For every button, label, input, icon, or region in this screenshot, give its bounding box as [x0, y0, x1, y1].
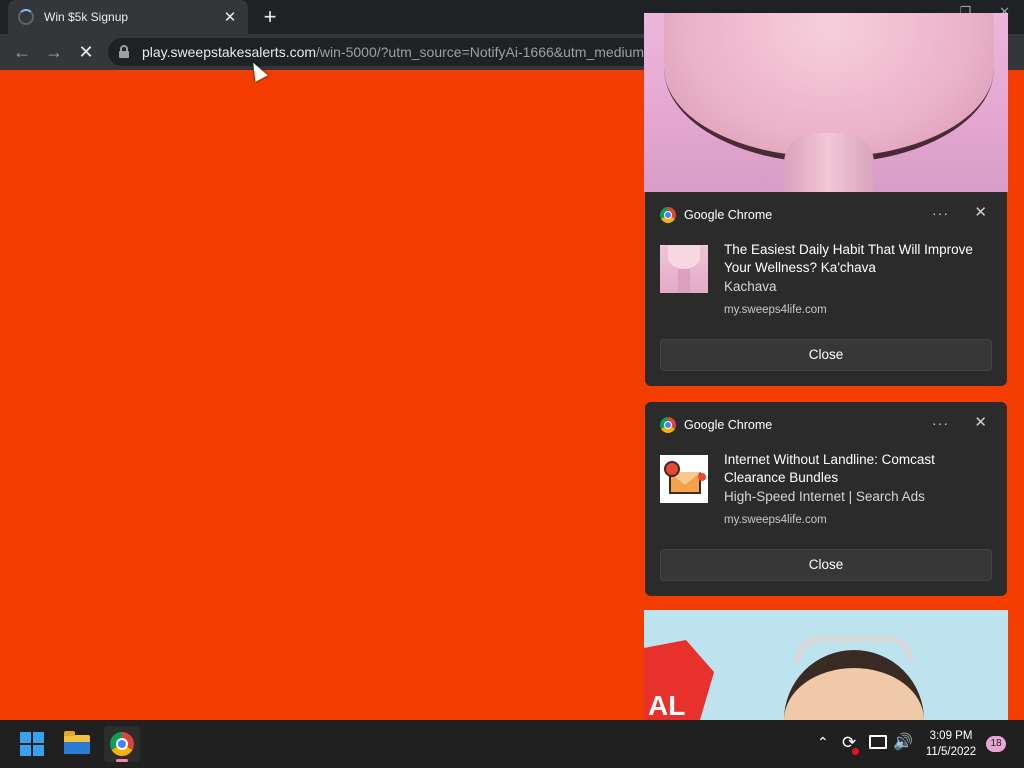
sale-badge: AL — [644, 640, 714, 720]
network-icon[interactable] — [869, 735, 887, 749]
forward-arrow-icon[interactable]: → — [42, 40, 66, 64]
sync-alert-dot — [852, 748, 859, 755]
notification-thumbnail — [660, 245, 708, 293]
chrome-icon — [660, 417, 676, 433]
notification-title: The Easiest Daily Habit That Will Improv… — [724, 242, 973, 275]
clock-date: 11/5/2022 — [925, 746, 977, 758]
notification-header: Google Chrome — [660, 207, 772, 223]
system-clock[interactable]: 3:09 PM 11/5/2022 — [918, 728, 984, 760]
loading-spinner-icon — [18, 9, 34, 25]
notification-source: my.sweeps4life.com — [724, 304, 827, 316]
dismiss-icon[interactable]: ✕ — [974, 203, 987, 221]
notification-app-name: Google Chrome — [684, 208, 773, 222]
taskbar: ⌃ ⟳ 🔊 3:09 PM 11/5/2022 18 — [0, 720, 1024, 768]
start-button[interactable] — [16, 728, 48, 760]
url-path: /win-5000/?utm_source=NotifyAi-1666&utm_… — [316, 44, 645, 60]
windows-logo-icon — [20, 732, 44, 756]
notification-count-badge[interactable]: 18 — [986, 736, 1006, 752]
tab-active[interactable]: Win $5k Signup ✕ — [8, 0, 248, 34]
dismiss-icon[interactable]: ✕ — [974, 413, 987, 431]
url-host: play.sweepstakesalerts.com — [142, 44, 317, 60]
more-options-icon[interactable]: ··· — [932, 205, 949, 221]
notification-header: Google Chrome — [660, 417, 772, 433]
show-hidden-icons-chevron-icon[interactable]: ⌃ — [817, 734, 829, 768]
notification-app-name: Google Chrome — [684, 418, 773, 432]
back-arrow-icon[interactable]: ← — [10, 40, 34, 64]
stop-loading-icon[interactable]: ✕ — [74, 40, 98, 64]
folder-icon — [64, 731, 90, 754]
volume-icon[interactable]: 🔊 — [893, 732, 913, 768]
clock-time: 3:09 PM — [929, 730, 973, 742]
mail-alert-icon — [660, 455, 708, 503]
chrome-taskbar-button[interactable] — [104, 726, 140, 762]
notification-hero-image[interactable]: AL — [644, 610, 1008, 720]
file-explorer-button[interactable] — [61, 728, 93, 760]
notification-card[interactable]: Google Chrome ··· ✕ Internet Without Lan… — [645, 402, 1007, 596]
notification-close-button[interactable]: Close — [660, 549, 992, 581]
notification-body: High-Speed Internet | Search Ads — [724, 489, 925, 504]
notification-source: my.sweeps4life.com — [724, 514, 827, 526]
chrome-icon — [110, 732, 134, 756]
chrome-icon — [660, 207, 676, 223]
more-options-icon[interactable]: ··· — [932, 415, 949, 431]
notification-body: Kachava — [724, 279, 777, 294]
tab-title: Win $5k Signup — [44, 10, 129, 24]
notification-title: Internet Without Landline: Comcast Clear… — [724, 452, 935, 485]
new-tab-button[interactable]: + — [258, 3, 282, 31]
active-app-indicator — [116, 759, 128, 762]
lock-icon[interactable] — [118, 45, 130, 59]
address-bar[interactable]: play.sweepstakesalerts.com/win-5000/?utm… — [108, 38, 668, 66]
notification-card[interactable]: Google Chrome ··· ✕ The Easiest Daily Ha… — [645, 192, 1007, 386]
notification-hero-image[interactable] — [644, 13, 1008, 192]
notification-close-button[interactable]: Close — [660, 339, 992, 371]
tab-close-icon[interactable]: ✕ — [222, 8, 238, 26]
